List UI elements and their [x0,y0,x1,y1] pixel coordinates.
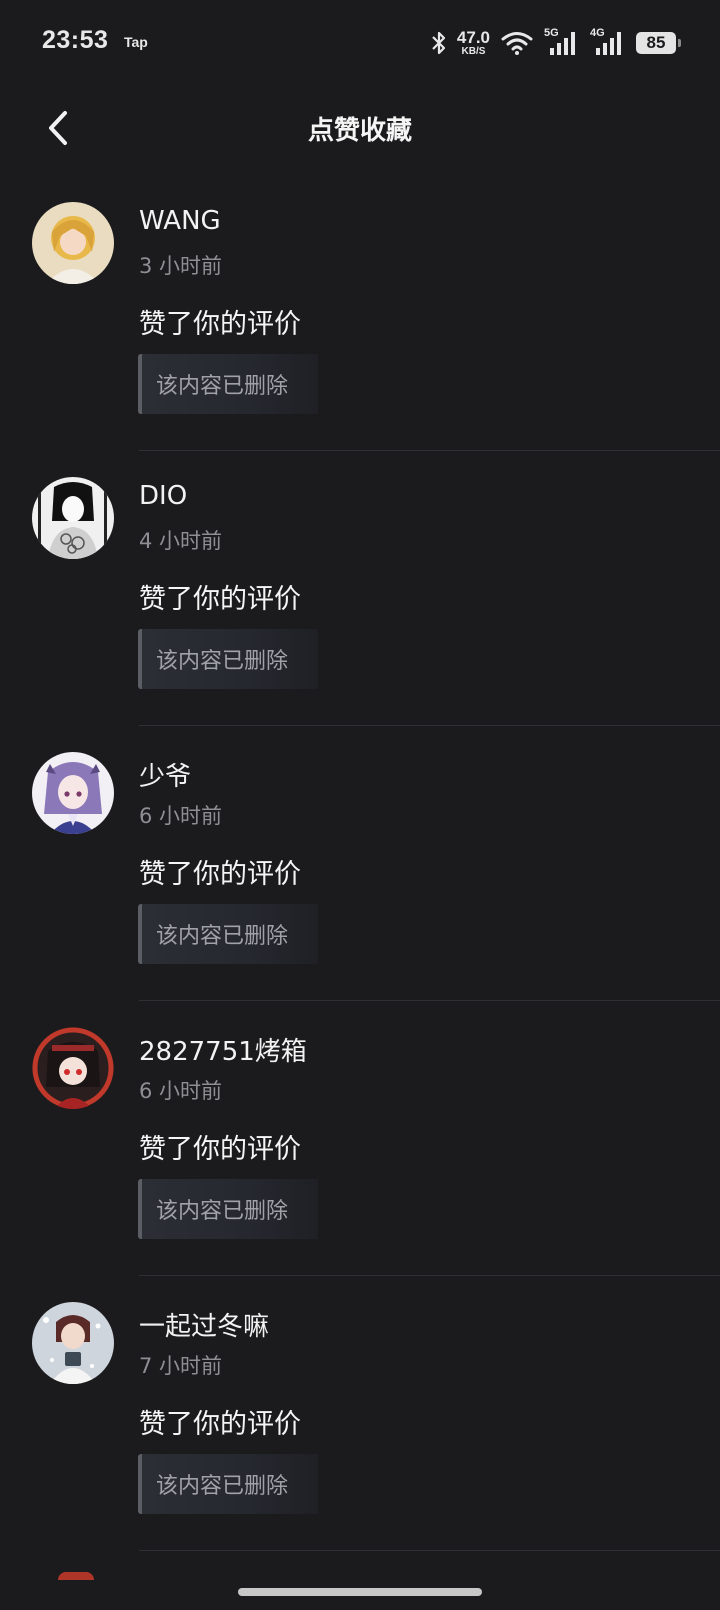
quoted-content[interactable]: 该内容已删除 [138,1454,318,1514]
notification-item[interactable]: 一起过冬嘛 7 小时前 赞了你的评价 该内容已删除 [0,1276,720,1551]
action-text: 赞了你的评价 [139,859,301,890]
quoted-content[interactable]: 该内容已删除 [138,629,318,689]
action-text: 赞了你的评价 [139,584,301,615]
net-speed: 47.0 KB/S [457,29,490,57]
signal-4g-icon: 4G [590,27,626,56]
action-text: 赞了你的评价 [139,309,301,340]
action-text: 赞了你的评价 [139,1409,301,1440]
avatar[interactable] [32,752,114,834]
avatar[interactable] [58,1572,94,1580]
screen: 23:53 Tap 47.0 KB/S 5G 4G 85 点赞收藏 WANG 3… [0,0,720,1610]
divider [139,1550,720,1551]
timestamp: 4 小时前 [139,529,223,553]
status-app-tag: Tap [124,34,148,50]
timestamp: 3 小时前 [139,254,223,278]
signal2-tag: 4G [590,27,605,39]
timestamp: 7 小时前 [139,1354,223,1378]
header: 点赞收藏 [0,86,720,176]
notification-item[interactable]: 2827751烤箱 6 小时前 赞了你的评价 该内容已删除 [0,1001,720,1276]
notification-item[interactable]: WANG 3 小时前 赞了你的评价 该内容已删除 [0,176,720,451]
username[interactable]: 少爷 [139,756,191,793]
quoted-content[interactable]: 该内容已删除 [138,1179,318,1239]
status-bar: 23:53 Tap 47.0 KB/S 5G 4G 85 [0,0,720,86]
page-title: 点赞收藏 [307,116,412,146]
username[interactable]: 2827751烤箱 [139,1031,307,1068]
signal1-tag: 5G [544,27,559,39]
bluetooth-icon [431,30,447,56]
quoted-content[interactable]: 该内容已删除 [138,354,318,414]
avatar[interactable] [32,202,114,284]
username[interactable]: WANG [139,206,221,236]
battery-icon: 85 [636,32,681,54]
quoted-content[interactable]: 该内容已删除 [138,904,318,964]
notification-list: WANG 3 小时前 赞了你的评价 该内容已删除 DIO 4 小时前 赞了你的评… [0,176,720,1551]
username[interactable]: 一起过冬嘛 [139,1306,269,1343]
username[interactable]: DIO [139,481,187,511]
signal-5g-icon: 5G [544,27,580,56]
net-speed-value: 47.0 [456,28,490,47]
status-time: 23:53 [42,26,109,54]
avatar[interactable] [32,477,114,559]
notification-item[interactable]: DIO 4 小时前 赞了你的评价 该内容已删除 [0,451,720,726]
action-text: 赞了你的评价 [139,1134,301,1165]
avatar[interactable] [32,1027,114,1109]
net-speed-unit: KB/S [461,46,486,57]
notification-item[interactable]: 少爷 6 小时前 赞了你的评价 该内容已删除 [0,726,720,1001]
status-icons: 47.0 KB/S 5G 4G 85 [431,26,681,60]
timestamp: 6 小时前 [139,1079,223,1103]
timestamp: 6 小时前 [139,804,223,828]
avatar[interactable] [32,1302,114,1384]
home-indicator[interactable] [238,1588,482,1596]
wifi-icon [500,30,534,56]
